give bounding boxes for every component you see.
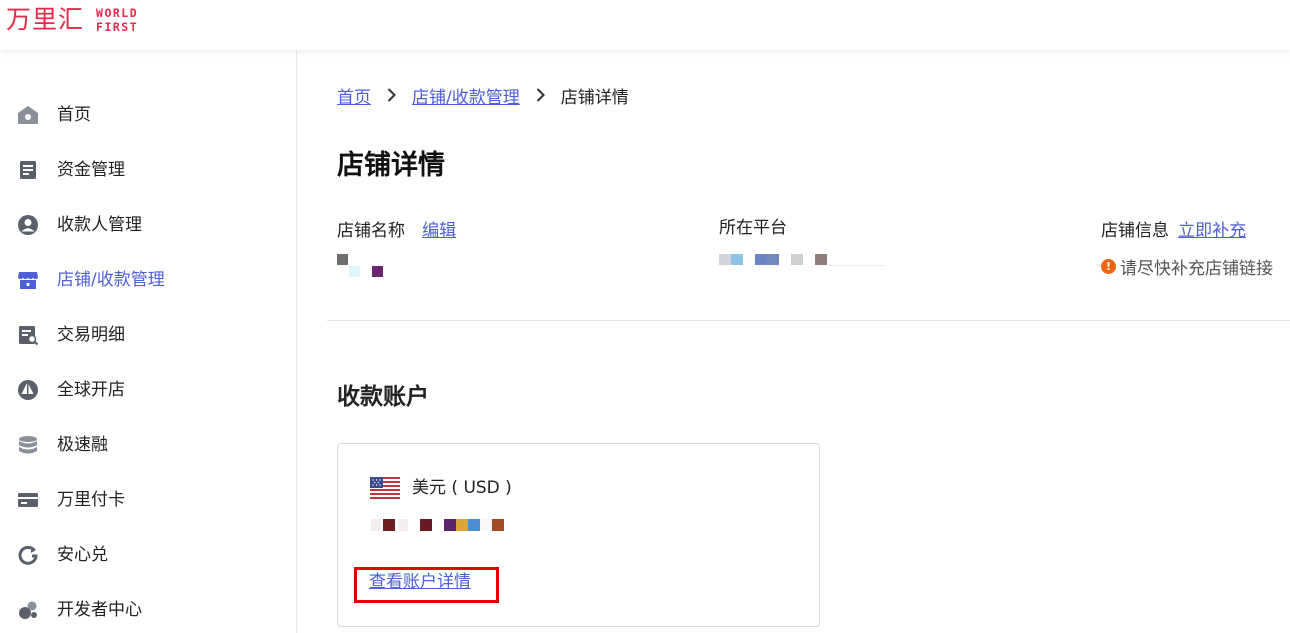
redacted-pixel: [829, 265, 885, 266]
store-name-label: 店铺名称: [337, 221, 405, 241]
redacted-pixel: [349, 266, 360, 277]
developer-icon: [19, 601, 37, 619]
sailboat-icon: [18, 380, 38, 400]
store-name-field: 店铺名称 编辑: [337, 216, 637, 296]
logo-en-line2: FIRST: [96, 20, 139, 34]
supplement-now-link[interactable]: 立即补充: [1178, 221, 1246, 241]
sidebar-item-label: 收款人管理: [57, 215, 142, 235]
sidebar-item-store-management[interactable]: 店铺/收款管理: [0, 260, 296, 300]
platform-label: 所在平台: [719, 218, 787, 238]
sidebar-item-global-store[interactable]: 全球开店: [0, 370, 296, 410]
sidebar-item-exchange[interactable]: 安心兑: [0, 535, 296, 575]
sidebar-item-label: 首页: [57, 105, 91, 125]
redacted-pixel: [791, 254, 803, 265]
sidebar-item-label: 万里付卡: [57, 490, 125, 510]
logo-en-line1: WORLD: [96, 6, 139, 20]
sidebar-item-funds[interactable]: 资金管理: [0, 150, 296, 190]
account-card-usd: 美元 ( USD ) 查看账户详情: [337, 443, 820, 627]
sidebar-item-transactions[interactable]: 交易明细: [0, 315, 296, 355]
breadcrumb-store-management-link[interactable]: 店铺/收款管理: [412, 83, 520, 108]
edit-store-name-link[interactable]: 编辑: [422, 221, 456, 241]
sidebar-item-quick-finance[interactable]: 极速融: [0, 425, 296, 465]
logo-en-text: WORLD FIRST: [96, 6, 138, 34]
redacted-pixel: [371, 519, 381, 531]
store-link-warning: ! 请尽快补充店铺链接: [1101, 254, 1273, 279]
redacted-pixel: [444, 519, 456, 531]
platform-field: 所在平台: [719, 216, 1019, 296]
exchange-icon: [18, 545, 38, 565]
redacted-pixel: [383, 519, 395, 531]
warning-text: 请尽快补充店铺链接: [1120, 259, 1273, 279]
redacted-pixel: [480, 519, 492, 531]
sidebar-item-label: 资金管理: [57, 160, 125, 180]
logo-cn-text: 万里汇: [6, 5, 85, 34]
redacted-pixel: [719, 254, 731, 265]
store-info-label: 店铺信息: [1101, 221, 1169, 241]
redacted-pixel: [731, 254, 743, 265]
redacted-pixel: [767, 254, 779, 265]
sidebar-item-label: 开发者中心: [57, 600, 142, 620]
sidebar-item-label: 极速融: [57, 435, 108, 455]
section-divider: [327, 320, 1290, 321]
transaction-search-icon: [19, 326, 39, 346]
redacted-pixel: [492, 519, 504, 531]
store-icon: [18, 272, 38, 289]
sidebar-item-label: 安心兑: [57, 545, 108, 565]
breadcrumb: 首页 店铺/收款管理 店铺详情: [337, 82, 629, 108]
currency-label: 美元 ( USD ): [412, 478, 512, 498]
sidebar-item-home[interactable]: 首页: [0, 95, 296, 135]
redacted-pixel: [337, 254, 348, 265]
user-icon: [18, 215, 38, 235]
card-icon: [18, 493, 38, 507]
document-icon: [20, 161, 36, 179]
chevron-right-icon: [387, 88, 396, 102]
redacted-pixel: [398, 519, 408, 531]
sidebar-item-label: 全球开店: [57, 380, 125, 400]
redacted-pixel: [456, 519, 468, 531]
sidebar-item-payees[interactable]: 收款人管理: [0, 205, 296, 245]
breadcrumb-current: 店铺详情: [560, 87, 629, 108]
us-flag-icon: [370, 477, 400, 499]
main-content: 首页 店铺/收款管理 店铺详情 店铺详情 店铺名称 编辑 所在平台 店铺信息 立…: [297, 50, 1290, 633]
chevron-right-icon: [536, 88, 545, 102]
breadcrumb-home-link[interactable]: 首页: [337, 83, 371, 108]
database-icon: [19, 436, 37, 454]
sidebar-item-card[interactable]: 万里付卡: [0, 480, 296, 520]
redacted-pixel: [420, 519, 432, 531]
page-title: 店铺详情: [337, 150, 445, 181]
view-account-details-link[interactable]: 查看账户详情: [369, 570, 471, 594]
top-header: 万里汇 WORLD FIRST: [0, 0, 1290, 50]
sidebar-item-label: 交易明细: [57, 325, 125, 345]
redacted-pixel: [815, 254, 827, 265]
redacted-pixel: [372, 266, 383, 277]
home-icon: [18, 106, 38, 124]
sidebar-item-developer[interactable]: 开发者中心: [0, 590, 296, 630]
redacted-pixel: [468, 519, 480, 531]
worldfirst-logo[interactable]: 万里汇 WORLD FIRST: [6, 5, 138, 35]
receiving-accounts-title: 收款账户: [337, 384, 429, 410]
warning-icon: !: [1101, 259, 1116, 274]
store-info-field: 店铺信息 立即补充 ! 请尽快补充店铺链接: [1101, 216, 1290, 296]
sidebar: 首页 资金管理 收款人管理 店铺/收款管理 交易明细 全球开店 极速融 万里付卡…: [0, 50, 297, 633]
redacted-pixel: [755, 254, 767, 265]
sidebar-item-label: 店铺/收款管理: [57, 270, 165, 290]
